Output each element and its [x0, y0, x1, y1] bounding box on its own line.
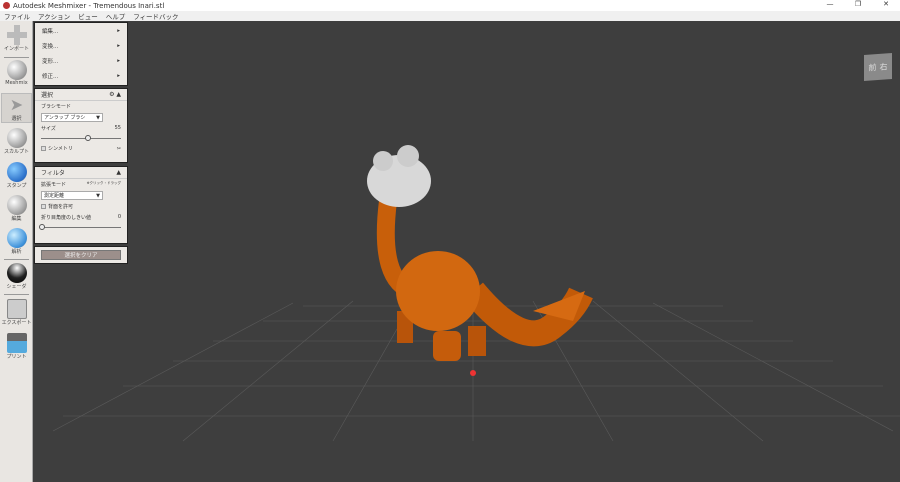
- analysis-icon: [6, 228, 27, 248]
- arrow-right-icon: ▸: [117, 27, 120, 34]
- crease-label: 折り目角度のしきい値: [41, 215, 92, 221]
- selected-value: アンラップ ブラシ: [44, 115, 86, 121]
- tool-label: 編集: [11, 216, 22, 222]
- menu-file[interactable]: ファイル: [0, 11, 34, 21]
- selected-value: 測定距離: [44, 193, 65, 199]
- app-logo-icon: [3, 2, 10, 9]
- edit-menu-panel: 編集... ▸ 変換... ▸ 変形... ▸ 修正... ▸: [34, 22, 128, 86]
- symmetry-label: シンメトリ: [48, 146, 73, 152]
- select-panel: 選択 ⚙ ▲ ブラシモード アンラップ ブラシ ▼ サイズ 55 シンメトリ ✂: [34, 88, 128, 163]
- viewcube-right[interactable]: 右: [880, 61, 888, 73]
- brush-mode-label: ブラシモード: [41, 104, 71, 110]
- viewcube-front[interactable]: 前: [869, 62, 877, 74]
- tool-select[interactable]: ➤ 選択: [1, 93, 32, 123]
- slider-handle[interactable]: [39, 224, 45, 230]
- divider: [4, 294, 29, 295]
- tool-edit[interactable]: 編集: [1, 194, 32, 224]
- symmetry-tool-icon[interactable]: ✂: [117, 146, 121, 152]
- label: 修正...: [42, 73, 59, 80]
- label: 編集...: [42, 28, 59, 35]
- arrow-right-icon: ▸: [117, 72, 120, 79]
- arrow-right-icon: ▸: [117, 42, 120, 49]
- pivot-point: [470, 370, 476, 376]
- export-icon: [6, 299, 27, 319]
- tool-stamp[interactable]: スタンプ: [1, 161, 32, 191]
- tool-meshmix[interactable]: Meshmix: [1, 59, 32, 89]
- sculpt-brush-icon: [6, 128, 27, 148]
- tool-label: スタンプ: [6, 183, 27, 189]
- plus-icon: [6, 25, 27, 45]
- symmetry-checkbox[interactable]: シンメトリ: [41, 145, 73, 152]
- tool-shader[interactable]: シェーダ: [1, 262, 32, 292]
- expand-mode-select[interactable]: 測定距離 ▼: [41, 191, 103, 200]
- gear-icon[interactable]: ⚙: [109, 91, 114, 98]
- tool-sculpt[interactable]: スカルプト: [1, 127, 32, 157]
- 3d-viewport[interactable]: 前右: [33, 21, 900, 482]
- title-bar: Autodesk Meshmixer - Tremendous Inari.st…: [0, 0, 900, 11]
- chevron-down-icon: ▼: [96, 114, 100, 121]
- label: 変換...: [42, 43, 59, 50]
- expand-mode-label: 拡張モード: [41, 182, 67, 188]
- arrow-right-icon: ▸: [117, 57, 120, 64]
- menu-item-transform[interactable]: 変換... ▸: [35, 38, 127, 53]
- menu-action[interactable]: アクション: [34, 11, 74, 21]
- panel-title: 選択: [41, 92, 54, 99]
- edit-icon: [6, 195, 27, 215]
- allow-back-checkbox[interactable]: 背面を許可: [35, 201, 127, 212]
- tool-analysis[interactable]: 解析: [1, 227, 32, 257]
- tool-export[interactable]: エクスポート: [1, 298, 32, 328]
- scene: [52, 145, 900, 442]
- panel-title: フィルタ: [41, 170, 65, 177]
- view-cube[interactable]: 前右: [864, 53, 892, 81]
- size-value: 55: [114, 125, 121, 131]
- menu-item-deform[interactable]: 変形... ▸: [35, 53, 127, 68]
- divider: [4, 259, 29, 260]
- divider: [4, 57, 29, 58]
- restore-button[interactable]: ❐: [844, 0, 872, 8]
- tool-sidebar: インポート Meshmix ➤ 選択 スカルプト スタンプ 編集 解析 シェーダ …: [0, 21, 33, 482]
- tool-print[interactable]: プリント: [1, 332, 32, 362]
- brush-mode-select[interactable]: アンラップ ブラシ ▼: [41, 113, 103, 122]
- expand-hint: ※クリック・ドラッグ: [86, 181, 121, 185]
- tool-label: シェーダ: [6, 284, 27, 290]
- close-button[interactable]: ✕: [872, 0, 900, 8]
- ground-grid: [52, 300, 900, 442]
- slider-handle[interactable]: [85, 135, 91, 141]
- tool-label: 選択: [11, 116, 22, 122]
- crease-slider[interactable]: [39, 224, 121, 230]
- print-icon: [6, 333, 27, 353]
- shader-icon: [6, 263, 27, 283]
- filter-panel: フィルタ ▲ 拡張モード ※クリック・ドラッグ 測定距離 ▼ 背面を許可 折り目角度の…: [34, 166, 128, 244]
- minimize-button[interactable]: —: [816, 0, 844, 8]
- tool-label: インポート: [3, 46, 29, 52]
- allow-back-label: 背面を許可: [48, 204, 74, 210]
- label: 変形...: [42, 58, 59, 65]
- tool-label: Meshmix: [5, 80, 28, 86]
- dinosaur-model[interactable]: [367, 145, 593, 361]
- clear-panel: 選択をクリア: [34, 246, 128, 264]
- menu-item-edit[interactable]: 編集... ▸: [35, 23, 127, 38]
- collapse-icon[interactable]: ▲: [116, 169, 121, 176]
- tool-label: エクスポート: [1, 320, 32, 326]
- collapse-icon[interactable]: ▲: [116, 91, 121, 98]
- tool-import[interactable]: インポート: [1, 24, 32, 54]
- size-slider[interactable]: [41, 135, 121, 141]
- menu-item-modify[interactable]: 修正... ▸: [35, 68, 127, 83]
- tool-label: 解析: [11, 249, 22, 255]
- menu-view[interactable]: ビュー: [74, 11, 102, 21]
- select-arrow-icon: ➤: [9, 95, 24, 114]
- menu-bar: ファイル アクション ビュー ヘルプ フィードバック: [0, 11, 900, 21]
- tool-label: プリント: [6, 354, 27, 360]
- menu-help[interactable]: ヘルプ: [102, 11, 130, 21]
- window-title: Autodesk Meshmixer - Tremendous Inari.st…: [13, 1, 165, 10]
- tool-label: スカルプト: [3, 149, 29, 155]
- clear-selection-button[interactable]: 選択をクリア: [41, 250, 121, 260]
- chevron-down-icon: ▼: [96, 192, 100, 199]
- stamp-icon: [6, 162, 27, 182]
- meshmix-icon: [6, 60, 27, 80]
- crease-value: 0: [117, 214, 121, 220]
- menu-feedback[interactable]: フィードバック: [129, 11, 182, 21]
- size-label: サイズ: [41, 126, 56, 132]
